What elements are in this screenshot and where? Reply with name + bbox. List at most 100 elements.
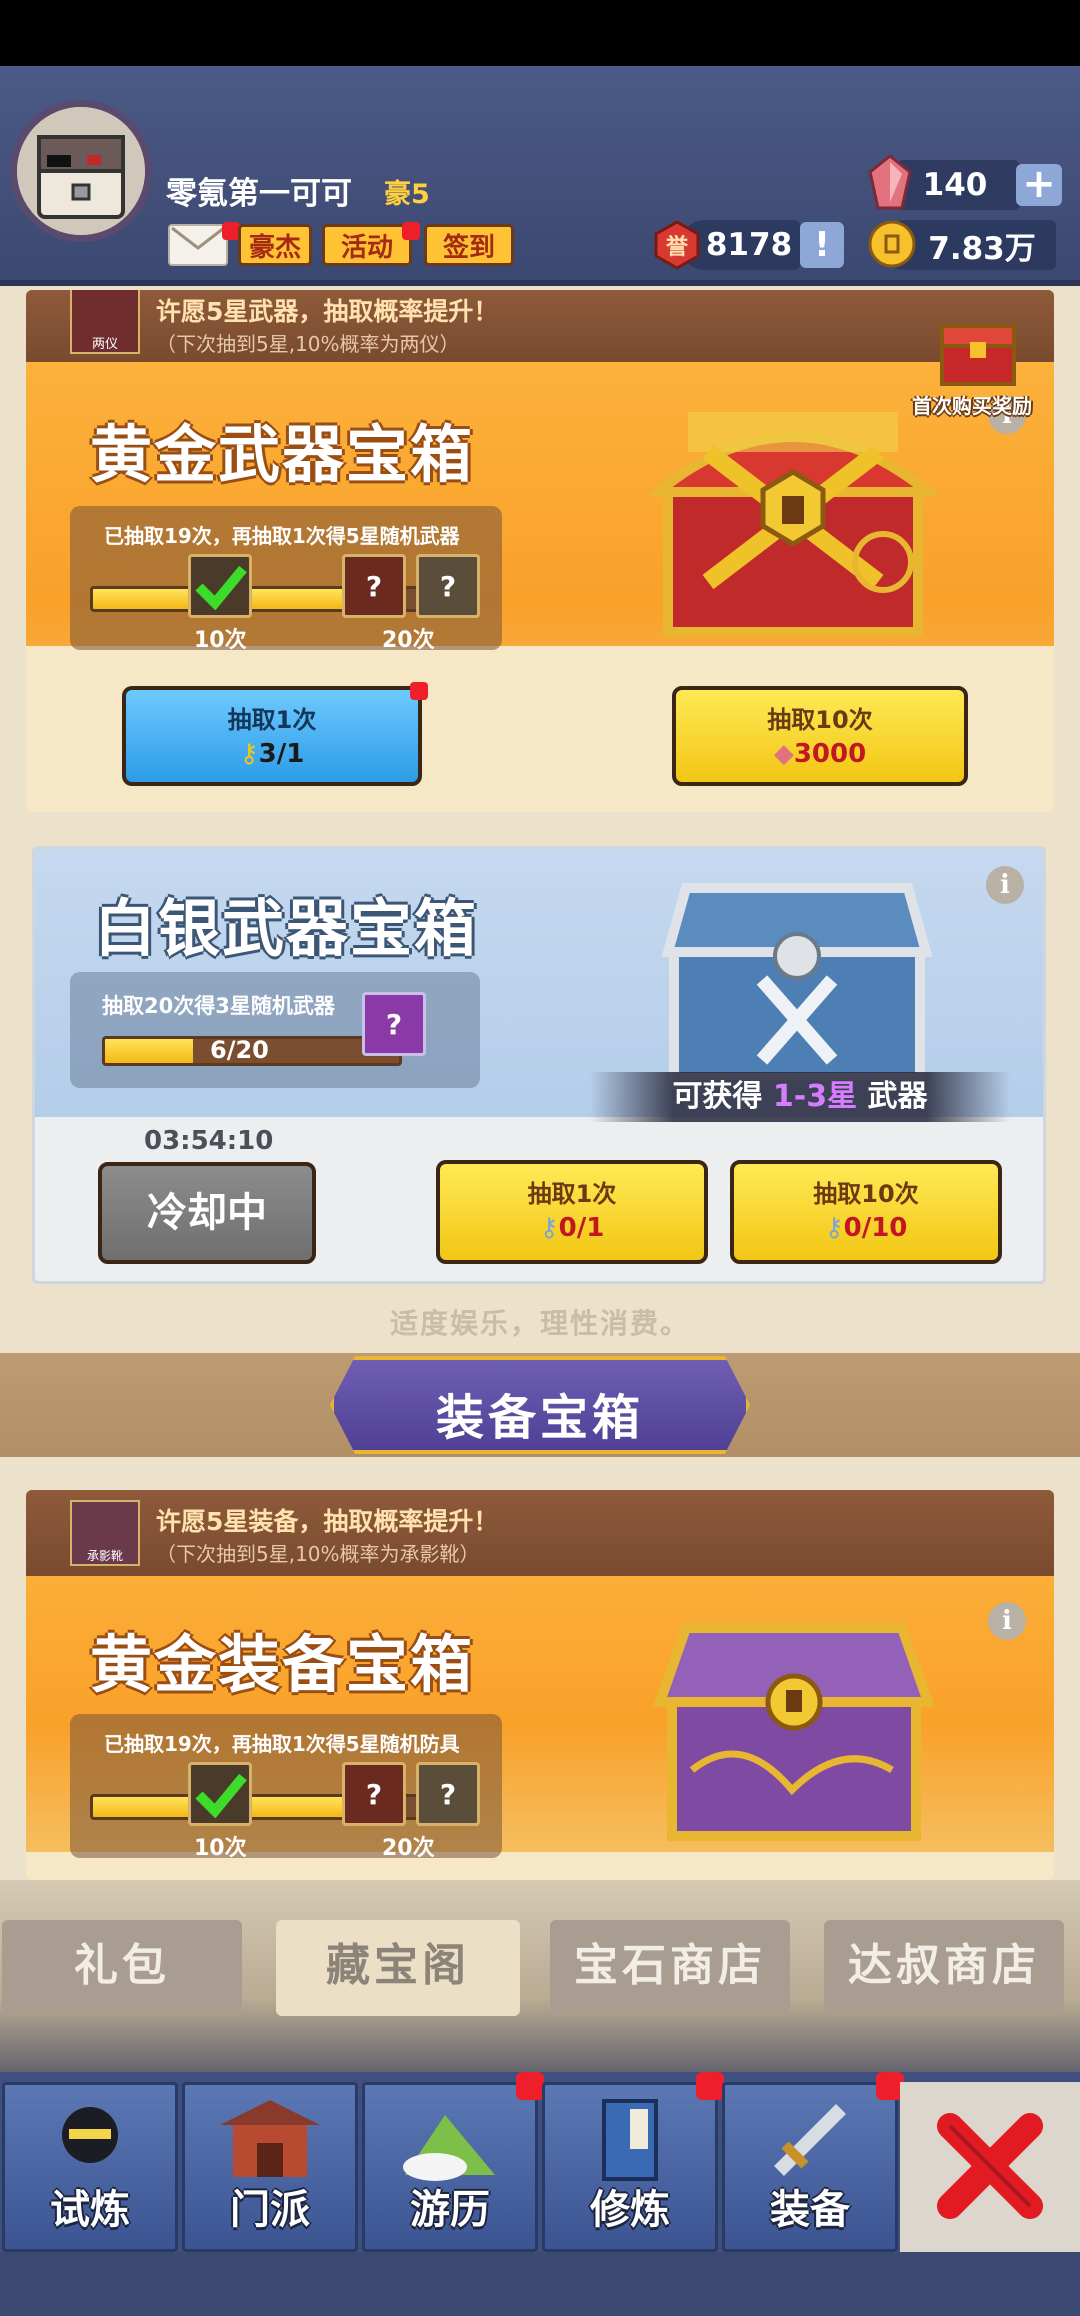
honor-icon: 誉: [654, 220, 700, 270]
equip-wish-banner: 承影靴 许愿5星装备，抽取概率提升！ （下次抽到5星,10%概率为承影靴）: [26, 1490, 1054, 1576]
sword-icon: [725, 2095, 895, 2185]
tab-gift-pack[interactable]: 礼包: [2, 1920, 242, 2012]
equip-wish-item-thumbnail[interactable]: 承影靴: [70, 1500, 140, 1566]
reward-slot-20-5star[interactable]: ?: [342, 554, 406, 618]
wish-banner: 两仪 许愿5星武器，抽取概率提升！ （下次抽到5星,10%概率为两仪）: [26, 290, 1054, 362]
silver-progress-hint: 抽取20次得3星随机武器: [102, 994, 335, 1018]
equip-wish-item-label: 承影靴: [86, 1549, 123, 1563]
draw-ten-cost-value: 3000: [793, 739, 867, 769]
key-icon: ⚷: [239, 739, 259, 769]
tab-treasure-pavilion[interactable]: 藏宝阁: [276, 1920, 520, 2016]
close-icon: [937, 2113, 1043, 2219]
equip-reward-slot-10[interactable]: [188, 1762, 252, 1826]
chest-avatar-icon: [17, 107, 145, 235]
reward-slot-20-4star[interactable]: ?: [416, 554, 480, 618]
disclaimer-text: 适度娱乐，理性消费。: [389, 1307, 690, 1340]
silver-reward-slot[interactable]: ?: [362, 992, 426, 1056]
gold-weapon-progress-box: 已抽取19次，再抽取1次得5星随机武器 ? ? 10次 20次: [70, 506, 502, 653]
gate-icon: [185, 2095, 355, 2185]
equip-tick-label-20: 20次: [382, 1836, 435, 1861]
draw-once-notification-dot: [410, 682, 428, 700]
wish-banner-title: 许愿5星武器，抽取概率提升！: [156, 297, 499, 326]
draw-once-cost-value: 3/1: [258, 739, 305, 769]
silver-draw-ten-cost: ⚷0/10: [734, 1213, 998, 1243]
key-icon: ⚷: [824, 1213, 844, 1243]
silver-draw-once-cost-value: 0/1: [558, 1213, 605, 1243]
nav-travel[interactable]: 游历: [362, 2082, 538, 2252]
equip-reward-slot-20-5star[interactable]: ?: [342, 1762, 406, 1826]
nav-cultivate-notification-dot: [696, 2072, 724, 2100]
wish-item-label: 两仪: [91, 337, 118, 352]
wish-banner-subtitle: （下次抽到5星,10%概率为两仪）: [156, 332, 460, 356]
gold-weapon-chest-title: 黄金武器宝箱: [90, 418, 475, 491]
avatar[interactable]: [10, 100, 152, 242]
info-icon[interactable]: i: [988, 1602, 1026, 1640]
progress-hint: 已抽取19次，再抽取1次得5星随机武器: [104, 524, 460, 548]
cooldown-timer: 03:54:10: [144, 1126, 274, 1156]
haojie-button[interactable]: 豪杰: [238, 224, 312, 266]
draw-once-label: 抽取1次: [227, 706, 317, 734]
draw-once-cost: ⚷3/1: [126, 739, 418, 769]
tab-gem-shop[interactable]: 宝石商店: [550, 1920, 790, 2012]
coin-count: 7.83万: [928, 230, 1036, 267]
gold-equip-chest-image: [652, 1623, 936, 1841]
nav-trial-label: 试炼: [50, 2187, 130, 2233]
silver-progress-box: 抽取20次得3星随机武器 6/20 ?: [70, 972, 480, 1088]
honor-icon-text: 誉: [666, 234, 689, 260]
equip-reward-slot-20-4star[interactable]: ?: [416, 1762, 480, 1826]
activity-button[interactable]: 活动: [322, 224, 412, 266]
honor-count: 8178: [705, 227, 793, 263]
first-purchase-reward[interactable]: [936, 318, 1020, 390]
add-gems-button[interactable]: +: [1016, 164, 1062, 206]
nav-equipment[interactable]: 装备: [722, 2082, 898, 2252]
nav-sect[interactable]: 门派: [182, 2082, 358, 2252]
close-nav-button[interactable]: [900, 2082, 1080, 2252]
activity-notification-dot: [402, 222, 420, 240]
section-title: 装备宝箱: [435, 1390, 644, 1446]
draw-ten-label: 抽取10次: [767, 706, 873, 734]
checkin-button[interactable]: 签到: [424, 224, 514, 266]
nav-cultivate-label: 修炼: [590, 2187, 670, 2233]
silver-draw-once-button[interactable]: 抽取1次 ⚷0/1: [436, 1160, 708, 1264]
info-icon[interactable]: i: [986, 866, 1024, 904]
plus-icon: +: [1022, 161, 1056, 207]
draw-once-button[interactable]: 抽取1次 ⚷3/1: [122, 686, 422, 786]
mail-icon: [171, 226, 225, 250]
gold-equip-progress-box: 已抽取19次，再抽取1次得5星随机防具 ? ? 10次 20次: [70, 1714, 502, 1861]
scroll-book-icon: [545, 2095, 715, 2185]
silver-draw-once-label: 抽取1次: [527, 1180, 617, 1208]
mountain-icon: [365, 2095, 535, 2185]
section-title-plate: 装备宝箱: [330, 1356, 750, 1454]
player-name: 零氪第一可可: [166, 176, 352, 212]
ninja-icon: [5, 2095, 175, 2185]
honor-info-button[interactable]: !: [800, 222, 844, 268]
wish-item-thumbnail[interactable]: 两仪: [70, 290, 140, 354]
tab-dashu-shop[interactable]: 达叔商店: [824, 1920, 1064, 2012]
tick-label-10: 10次: [194, 628, 247, 653]
nav-travel-label: 游历: [410, 2187, 490, 2233]
nav-cultivate[interactable]: 修炼: [542, 2082, 718, 2252]
silver-draw-ten-button[interactable]: 抽取10次 ⚷0/10: [730, 1160, 1002, 1264]
mail-button[interactable]: [168, 224, 228, 266]
reward-suffix: 武器: [867, 1079, 928, 1114]
reward-prefix: 可获得: [672, 1079, 763, 1114]
reward-stars: 1-3星: [772, 1079, 858, 1114]
equip-wish-banner-subtitle: （下次抽到5星,10%概率为承影靴）: [156, 1542, 480, 1566]
small-chest-icon: [940, 324, 1016, 386]
cooldown-button[interactable]: 冷却中: [98, 1162, 316, 1264]
silver-reward-caption: 可获得 1-3星 武器: [590, 1072, 1010, 1122]
reward-slot-10[interactable]: [188, 554, 252, 618]
equip-wish-banner-title: 许愿5星装备，抽取概率提升！: [156, 1507, 499, 1536]
key-icon: ⚷: [539, 1213, 559, 1243]
coin-icon: [868, 220, 916, 268]
check-icon: [195, 1773, 247, 1819]
gem-count: 140: [922, 167, 988, 203]
equip-progress-hint: 已抽取19次，再抽取1次得5星随机防具: [104, 1732, 460, 1756]
status-bar: [0, 0, 1080, 66]
silver-draw-ten-label: 抽取10次: [813, 1180, 919, 1208]
draw-ten-button[interactable]: 抽取10次 ◆3000: [672, 686, 968, 786]
tick-label-20: 20次: [382, 628, 435, 653]
gem-icon: [868, 154, 912, 210]
nav-trial[interactable]: 试炼: [2, 2082, 178, 2252]
gem-icon: ◆: [773, 739, 794, 769]
